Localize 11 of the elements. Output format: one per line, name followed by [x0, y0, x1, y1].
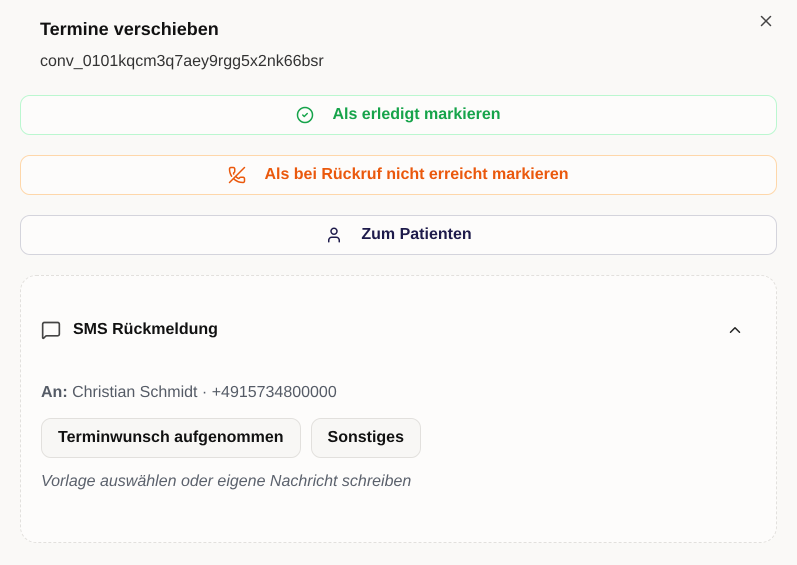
- template-button[interactable]: Sonstiges: [310, 418, 421, 458]
- phone-off-icon: [228, 166, 246, 184]
- dialog-title: Termine verschieben: [40, 18, 220, 41]
- check-circle-icon: [296, 106, 314, 124]
- section-title: SMS Rückmeldung: [73, 320, 218, 340]
- recipient-text: An: Christian Schmidt · +4915734800000: [41, 383, 338, 403]
- message-icon: [41, 320, 61, 340]
- action-button[interactable]: Zum Patienten: [20, 215, 777, 255]
- conversation-id: conv_0101kqcm3q7aey9rgg5x2nk66bsr: [40, 52, 325, 72]
- message-field[interactable]: Vorlage auswählen oder eigene Nachricht schreiben: [41, 468, 756, 496]
- template-button[interactable]: Terminwunsch aufgenommen: [41, 418, 301, 458]
